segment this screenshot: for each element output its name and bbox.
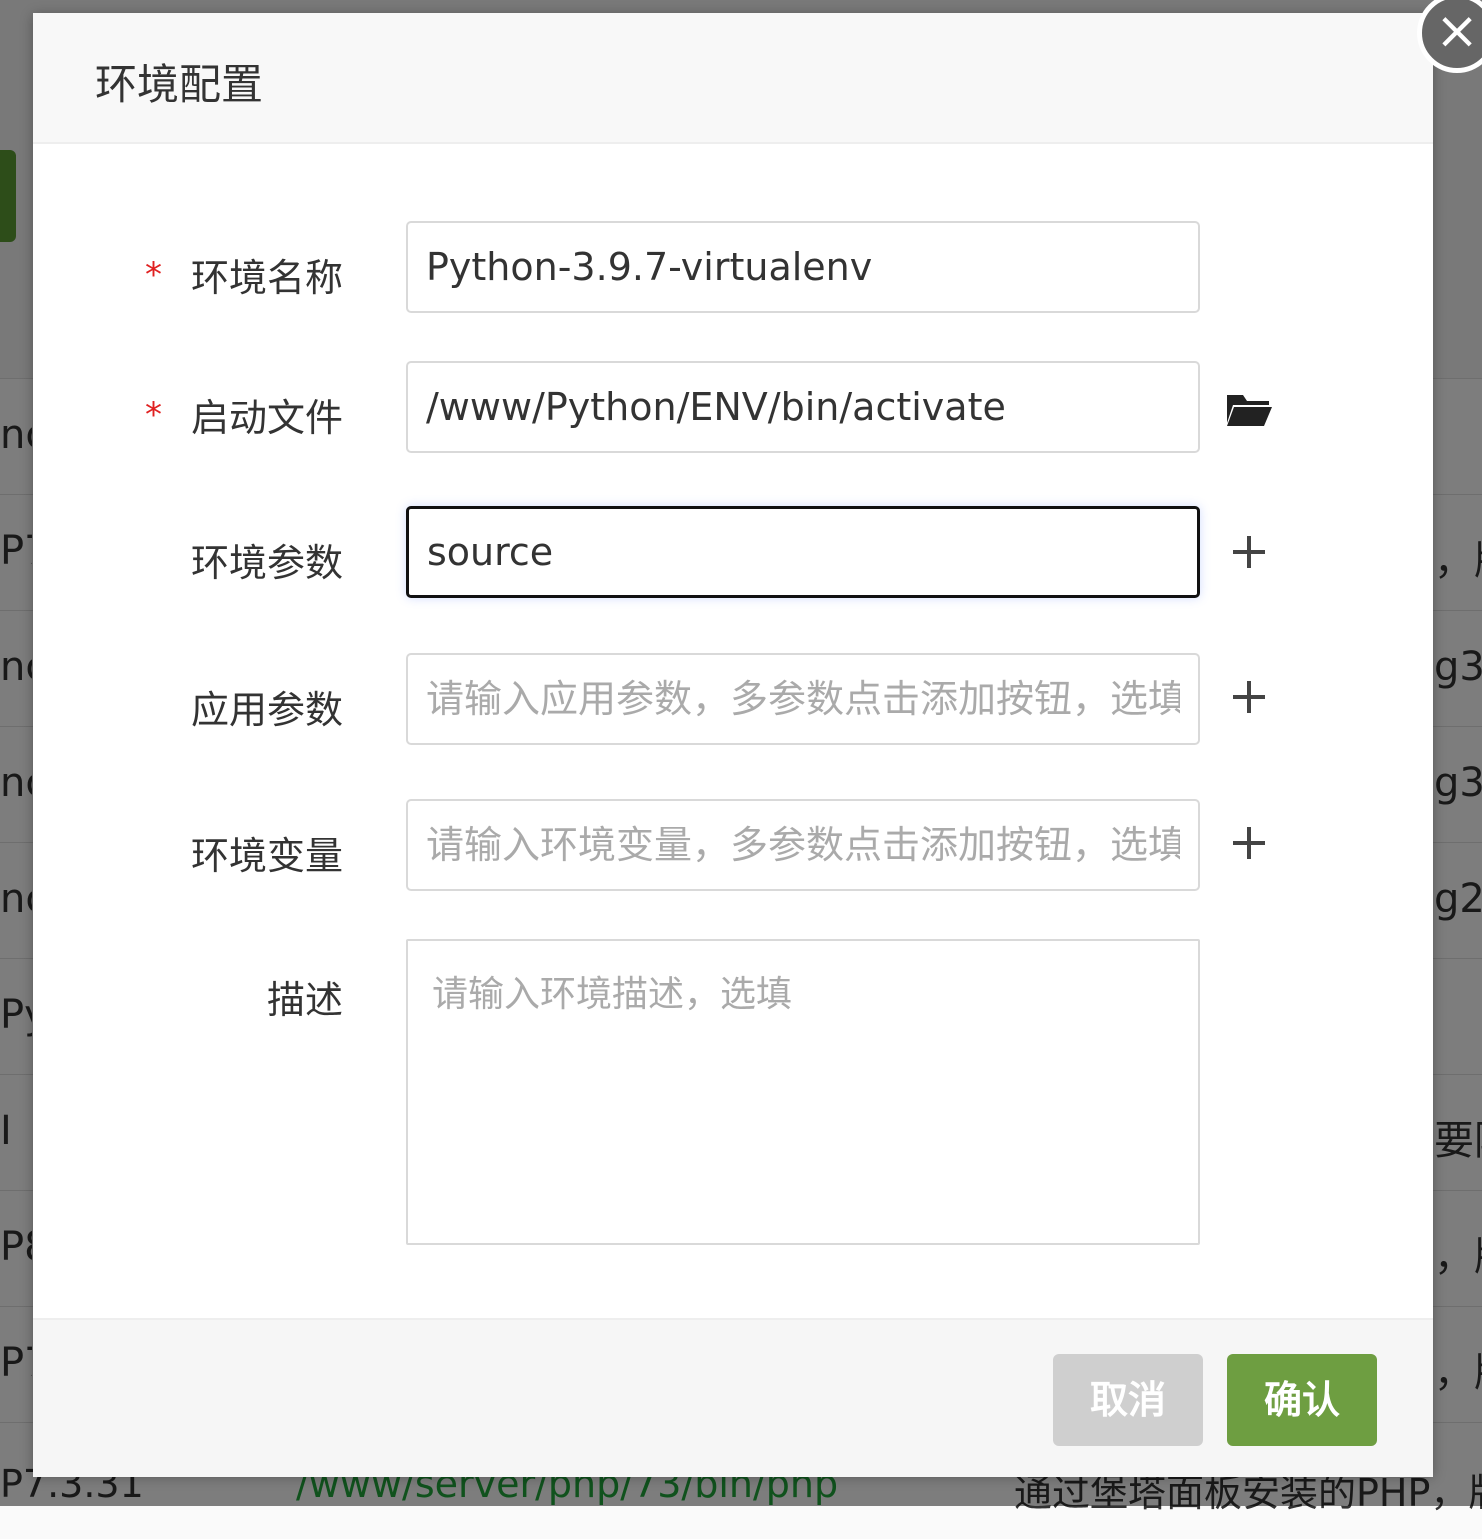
env-vars-input[interactable] <box>406 799 1200 891</box>
startup-file-input[interactable] <box>406 361 1200 453</box>
env-params-input[interactable] <box>406 506 1200 598</box>
folder-open-icon[interactable] <box>1225 389 1273 429</box>
app-params-input[interactable] <box>406 653 1200 745</box>
dialog-footer: 取消 确认 <box>33 1318 1433 1477</box>
plus-icon[interactable] <box>1229 823 1269 863</box>
required-marker: * <box>145 395 162 435</box>
env-params-label: 环境参数 <box>190 541 343 585</box>
plus-icon[interactable] <box>1229 532 1269 572</box>
required-marker: * <box>145 255 162 295</box>
description-label: 描述 <box>266 978 343 1022</box>
dialog-header: 环境配置 <box>33 13 1433 144</box>
app-params-label: 应用参数 <box>190 688 343 732</box>
dialog-title: 环境配置 <box>95 61 264 108</box>
confirm-button[interactable]: 确认 <box>1227 1354 1377 1446</box>
startup-file-label: 启动文件 <box>190 396 343 440</box>
environment-config-dialog: 环境配置 × * 环境名称 * 启动文件 环境参数 应用参数 环境 <box>33 0 1482 1477</box>
env-name-input[interactable] <box>406 221 1200 313</box>
env-name-label: 环境名称 <box>190 256 343 300</box>
plus-icon[interactable] <box>1229 677 1269 717</box>
description-textarea[interactable] <box>406 939 1200 1245</box>
cancel-button[interactable]: 取消 <box>1053 1354 1203 1446</box>
close-icon: × <box>1435 1 1479 61</box>
env-vars-label: 环境变量 <box>190 834 343 878</box>
